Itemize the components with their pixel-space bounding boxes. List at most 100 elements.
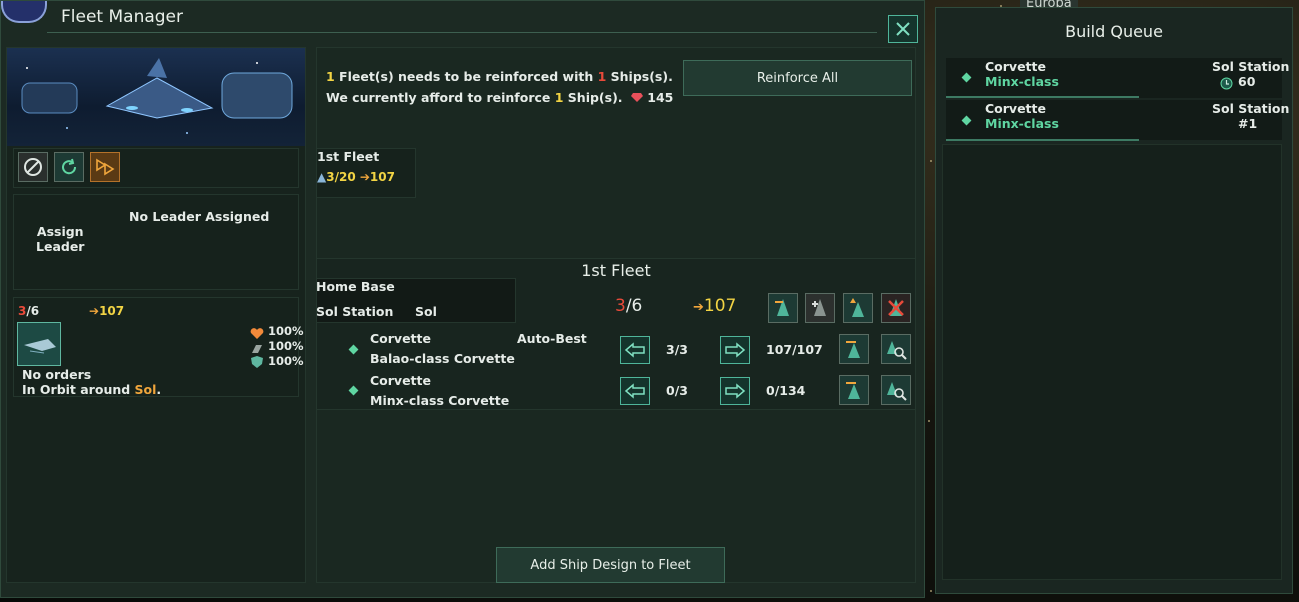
armor-icon — [250, 340, 264, 353]
detail-power: ➔107 — [693, 296, 736, 316]
fast-forward-button[interactable] — [90, 152, 120, 182]
title-divider — [47, 32, 877, 33]
fleet-card-power: 107 — [369, 170, 395, 184]
upgrade-fleet-button[interactable] — [768, 293, 798, 323]
queue-item-1-info: 60 — [1238, 74, 1256, 89]
detail-ship-max: /6 — [625, 296, 643, 316]
queue-item-1-progress — [946, 96, 1139, 98]
ship-upgrade-icon — [775, 299, 789, 316]
afford-text-2: Ship(s). — [563, 90, 623, 105]
ship-reinforce-icon — [850, 298, 864, 317]
close-button[interactable] — [888, 15, 918, 43]
corvette-ship-icon — [24, 339, 56, 354]
row-1-upgrade-button[interactable] — [839, 334, 869, 364]
reinforce-ship-count: 1 — [597, 69, 607, 84]
shield-icon — [250, 354, 264, 368]
fast-forward-icon — [96, 158, 115, 176]
row-1-increase-button[interactable] — [720, 336, 750, 364]
build-queue-panel: Build Queue Corvette Minx-class Sol Stat… — [935, 7, 1293, 594]
ship-upgrade-icon — [846, 382, 860, 399]
forbidden-icon — [24, 158, 42, 176]
row-2-design: Minx-class Corvette — [370, 393, 510, 408]
orbit-planet-link[interactable]: Sol — [135, 382, 157, 397]
delete-fleet-button[interactable] — [881, 293, 911, 323]
fleet-power-value: 107 — [99, 304, 125, 318]
build-time-icon — [1220, 75, 1233, 90]
fleet-location: In Orbit around Sol. — [22, 382, 161, 397]
close-icon — [896, 22, 910, 36]
queue-empty-area — [942, 144, 1282, 580]
fleet-orders: No orders — [22, 367, 92, 382]
fleet-ship-count: 3/6 — [18, 304, 39, 318]
fleet-portrait-image — [7, 48, 305, 146]
home-base-label: Home Base — [316, 279, 395, 294]
home-base-system[interactable]: Sol — [415, 304, 437, 319]
row-1-design: Balao-class Corvette — [370, 351, 515, 366]
fleet-card-name: 1st Fleet — [317, 149, 380, 164]
fleet-ship-max: /6 — [26, 304, 40, 318]
detail-ship-current: 3 — [615, 296, 626, 316]
magnifier-icon — [887, 382, 907, 401]
orbit-suffix: . — [156, 382, 162, 397]
home-base-station[interactable]: Sol Station — [316, 304, 393, 319]
queue-item-2-design: Minx-class — [985, 116, 1059, 131]
afford-text-1: We currently afford to reinforce — [326, 90, 555, 105]
merge-fleet-button[interactable] — [805, 293, 835, 323]
return-icon — [62, 158, 77, 175]
reinforce-message-1: 1 Fleet(s) needs to be reinforced with 1… — [326, 69, 673, 84]
reinforce-fleet-button[interactable] — [843, 293, 873, 323]
fleet-manager-title: Fleet Manager — [61, 7, 184, 27]
row-1-power: 107/107 — [766, 342, 823, 357]
detail-power-value: 107 — [703, 296, 737, 316]
power-icon: ➔ — [89, 304, 100, 318]
return-button[interactable] — [54, 152, 84, 182]
ship-upgrade-icon — [846, 341, 860, 358]
fleet-detail-name[interactable]: 1st Fleet — [316, 258, 916, 280]
queue-item-2-type: Corvette — [985, 101, 1046, 116]
fleet-card-ships: 3/20 — [326, 170, 356, 184]
leader-status: No Leader Assigned — [129, 209, 270, 224]
add-ship-design-button[interactable]: Add Ship Design to Fleet — [496, 547, 725, 583]
queue-item-2-info: #1 — [1238, 116, 1258, 131]
row-1-type: Corvette — [370, 331, 431, 346]
row-2-upgrade-button[interactable] — [839, 375, 869, 405]
empire-emblem-icon — [1, 1, 47, 23]
queue-item-1-type: Corvette — [985, 59, 1046, 74]
fleet-card-stats: ▲3/20 ➔107 — [317, 170, 395, 184]
shield-value: 100% — [268, 354, 304, 368]
queue-item-1-design: Minx-class — [985, 74, 1059, 89]
power-icon: ➔ — [359, 170, 370, 184]
arrow-left-icon — [624, 342, 645, 358]
arrow-left-icon — [624, 383, 645, 399]
detail-ship-count: 3/6 — [615, 296, 642, 316]
row-2-increase-button[interactable] — [720, 377, 750, 405]
ship-count-icon: ▲ — [317, 170, 327, 184]
alloy-icon — [630, 91, 643, 102]
row-1-inspect-button[interactable] — [881, 334, 911, 364]
reinforce-fleet-count: 1 — [326, 69, 335, 84]
queue-item-2-progress — [946, 139, 1139, 141]
row-2-count: 0/3 — [666, 383, 688, 398]
power-icon: ➔ — [693, 300, 704, 315]
reinforce-all-button[interactable]: Reinforce All — [683, 60, 912, 96]
hull-heart-icon — [250, 325, 264, 339]
ship-merge-icon — [812, 299, 826, 316]
assign-leader-label-2: Leader — [36, 239, 85, 254]
row-2-inspect-button[interactable] — [881, 375, 911, 405]
row-2-type: Corvette — [370, 373, 431, 388]
fleet-manager-panel: Fleet Manager Assign Leader No Leader As… — [0, 0, 925, 598]
row-1-decrease-button[interactable] — [620, 336, 650, 364]
queue-item-1-location: Sol Station — [1212, 59, 1290, 74]
disband-button[interactable] — [18, 152, 48, 182]
reinforce-text-1: Fleet(s) needs to be reinforced with — [334, 69, 598, 84]
row-2-decrease-button[interactable] — [620, 377, 650, 405]
queue-item-2-location: Sol Station — [1212, 101, 1290, 116]
assign-leader-button[interactable]: Assign Leader — [36, 224, 84, 254]
ship-thumbnail[interactable] — [17, 322, 61, 366]
auto-best-label[interactable]: Auto-Best — [517, 331, 587, 346]
row-1-count: 3/3 — [666, 342, 688, 357]
ship-delete-icon — [888, 299, 904, 316]
armor-value: 100% — [268, 339, 304, 353]
hull-value: 100% — [268, 324, 304, 338]
reinforce-all-label: Reinforce All — [756, 70, 839, 86]
